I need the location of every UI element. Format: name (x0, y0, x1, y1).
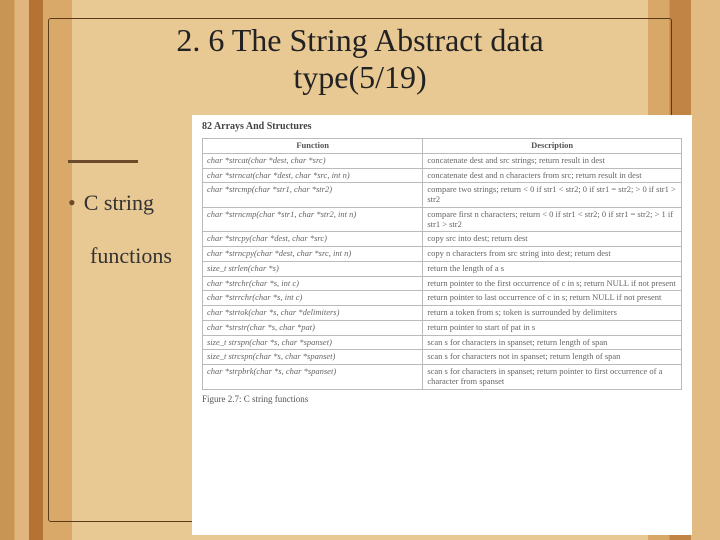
table-row: char *strcmp(char *str1, char *str2)comp… (203, 183, 682, 208)
table-row: char *strncat(char *dest, char *src, int… (203, 168, 682, 183)
function-signature: char *strcpy(char *dest, char *src) (203, 232, 423, 247)
function-signature: char *strncmp(char *str1, char *str2, in… (203, 207, 423, 232)
function-description: scan s for characters in spanset; return… (423, 335, 682, 350)
string-functions-table: Function Description char *strcat(char *… (202, 138, 682, 390)
function-signature: size_t strspn(char *s, char *spanset) (203, 335, 423, 350)
bullet-block: • C string functions (68, 185, 172, 273)
table-row: char *strchr(char *s, int c)return point… (203, 276, 682, 291)
function-description: copy src into dest; return dest (423, 232, 682, 247)
function-description: return pointer to start of pat in s (423, 320, 682, 335)
function-signature: size_t strcspn(char *s, char *spanset) (203, 350, 423, 365)
function-description: concatenate dest and n characters from s… (423, 168, 682, 183)
table-head-description: Description (423, 139, 682, 154)
function-description: return a token from s; token is surround… (423, 306, 682, 321)
function-description: return pointer to the first occurrence o… (423, 276, 682, 291)
figure-caption: Figure 2.7: C string functions (202, 394, 682, 404)
table-row: char *strrchr(char *s, int c)return poin… (203, 291, 682, 306)
function-description: compare first n characters; return < 0 i… (423, 207, 682, 232)
function-description: scan s for characters not in spanset; re… (423, 350, 682, 365)
table-row: char *strcpy(char *dest, char *src)copy … (203, 232, 682, 247)
function-signature: char *strncpy(char *dest, char *src, int… (203, 247, 423, 262)
table-row: size_t strcspn(char *s, char *spanset)sc… (203, 350, 682, 365)
table-head-function: Function (203, 139, 423, 154)
slide-title: 2. 6 The String Abstract data type(5/19) (60, 22, 660, 96)
function-signature: char *strncat(char *dest, char *src, int… (203, 168, 423, 183)
title-line-1: 2. 6 The String Abstract data (176, 22, 543, 58)
function-description: scan s for characters in spanset; return… (423, 365, 682, 390)
scan-page-header: 82 Arrays And Structures (202, 121, 682, 132)
function-description: compare two strings; return < 0 if str1 … (423, 183, 682, 208)
bullet-text-2: functions (90, 238, 172, 273)
function-signature: char *strcmp(char *str1, char *str2) (203, 183, 423, 208)
function-description: concatenate dest and src strings; return… (423, 153, 682, 168)
decorative-rule (68, 160, 138, 163)
slide: 2. 6 The String Abstract data type(5/19)… (0, 0, 720, 540)
table-row: char *strtok(char *s, char *delimiters)r… (203, 306, 682, 321)
function-description: return pointer to last occurrence of c i… (423, 291, 682, 306)
title-line-2: type(5/19) (293, 59, 426, 95)
bullet-dot-icon: • (68, 190, 76, 215)
table-row: size_t strlen(char *s)return the length … (203, 261, 682, 276)
function-signature: char *strrchr(char *s, int c) (203, 291, 423, 306)
table-row: char *strcat(char *dest, char *src)conca… (203, 153, 682, 168)
function-signature: char *strchr(char *s, int c) (203, 276, 423, 291)
table-row: char *strncpy(char *dest, char *src, int… (203, 247, 682, 262)
bullet-text-1: C string (84, 190, 154, 215)
book-scan: 82 Arrays And Structures Function Descri… (192, 115, 692, 535)
function-signature: char *strcat(char *dest, char *src) (203, 153, 423, 168)
function-signature: char *strtok(char *s, char *delimiters) (203, 306, 423, 321)
table-row: char *strstr(char *s, char *pat)return p… (203, 320, 682, 335)
function-signature: char *strpbrk(char *s, char *spanset) (203, 365, 423, 390)
function-description: copy n characters from src string into d… (423, 247, 682, 262)
function-signature: size_t strlen(char *s) (203, 261, 423, 276)
table-row: size_t strspn(char *s, char *spanset)sca… (203, 335, 682, 350)
function-signature: char *strstr(char *s, char *pat) (203, 320, 423, 335)
table-row: char *strncmp(char *str1, char *str2, in… (203, 207, 682, 232)
table-row: char *strpbrk(char *s, char *spanset)sca… (203, 365, 682, 390)
function-description: return the length of a s (423, 261, 682, 276)
